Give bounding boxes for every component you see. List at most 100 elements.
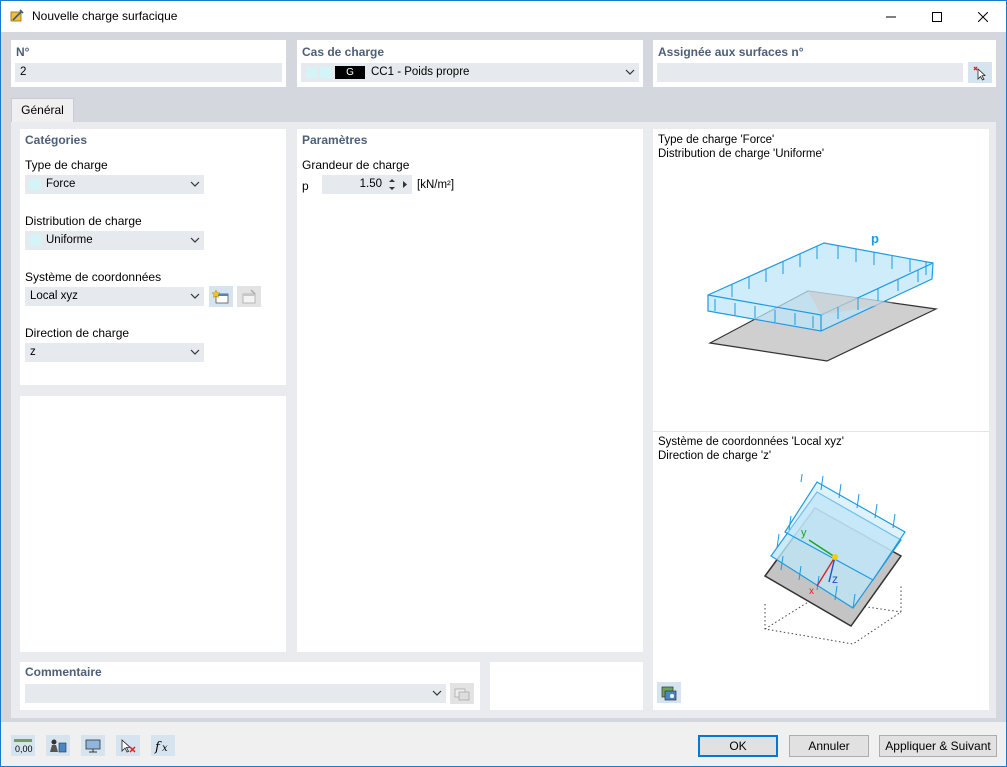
direction-label: Direction de charge: [25, 326, 130, 340]
comment-library-button[interactable]: [450, 683, 474, 704]
axis-x-label: x: [809, 586, 814, 597]
display-view-icon: [85, 739, 101, 752]
close-icon: [978, 11, 988, 22]
coord-system-value: Local xyz: [30, 290, 78, 302]
edit-coord-system-button[interactable]: [237, 286, 261, 307]
title-bar: Nouvelle charge surfacique: [1, 1, 1006, 32]
axis-y-label: y: [801, 527, 807, 539]
diagram-p-label: p: [871, 231, 879, 246]
distribution-swatch: [29, 235, 41, 246]
load-type-swatch: [29, 179, 41, 190]
distribution-label: Distribution de charge: [25, 214, 142, 228]
magnitude-label: Grandeur de charge: [302, 158, 410, 172]
loadcase-color-swatch-2: [320, 67, 331, 78]
parameters-panel: Paramètres Grandeur de charge p 1.50 [kN…: [297, 129, 643, 652]
assigned-panel: Assignée aux surfaces n°: [653, 40, 996, 87]
comment-input[interactable]: [25, 684, 446, 703]
coord-system-select[interactable]: Local xyz: [25, 287, 204, 306]
load-type-value: Force: [46, 178, 76, 190]
info-button[interactable]: [46, 735, 70, 756]
distribution-select[interactable]: Uniforme: [25, 231, 204, 250]
maximize-icon: [932, 11, 942, 22]
formula-button[interactable]: f x: [151, 735, 175, 756]
display-button[interactable]: [81, 735, 105, 756]
direction-select[interactable]: z: [25, 343, 204, 362]
loadcase-label: Cas de charge: [302, 45, 385, 59]
options-panel: [20, 396, 286, 652]
axis-z-label: z: [832, 572, 838, 586]
spin-updown-icon[interactable]: [388, 177, 396, 192]
preview-load-type: Type de charge 'Force': [658, 134, 775, 146]
magnitude-value: 1.50: [359, 178, 382, 190]
coordinate-system-diagram: y z x: [763, 474, 906, 645]
minimize-button[interactable]: [868, 1, 914, 32]
loadcase-color-swatch: [306, 67, 317, 78]
assigned-label: Assignée aux surfaces n°: [658, 45, 804, 59]
comment-library-icon: [454, 688, 470, 700]
load-type-select[interactable]: Force: [25, 175, 204, 194]
ok-button[interactable]: OK: [698, 735, 778, 757]
preview-text-top: Type de charge 'Force' Distribution de c…: [658, 133, 824, 161]
window-title: Nouvelle charge surfacique: [32, 9, 178, 23]
footer-bar: 0,00 f x OK Annuler Appliquer & Suivant: [1, 722, 1006, 766]
chevron-down-icon: [190, 181, 200, 187]
uniform-load-diagram: p: [707, 231, 939, 362]
preview-settings-icon: [661, 686, 677, 700]
preview-panel: Type de charge 'Force' Distribution de c…: [653, 129, 989, 710]
tab-strip: Général: [1, 95, 1006, 123]
svg-text:x: x: [162, 743, 168, 754]
dialog-window: Nouvelle charge surfacique N° 2 Cas de c…: [0, 0, 1007, 767]
categories-panel: Catégories Type de charge Force Distribu…: [20, 129, 286, 385]
distribution-value: Uniforme: [46, 234, 93, 246]
chevron-down-icon: [190, 293, 200, 299]
delete-selection-button[interactable]: [116, 735, 140, 756]
cursor-delete-icon: [121, 738, 136, 753]
close-button[interactable]: [960, 1, 1006, 32]
loadcase-panel: Cas de charge G CC1 - Poids propre: [297, 40, 643, 87]
number-panel: N° 2: [11, 40, 286, 87]
loadcase-tag-badge: G: [335, 66, 365, 79]
number-field[interactable]: 2: [15, 63, 282, 82]
comment-label: Commentaire: [25, 665, 102, 679]
formula-fx-icon: f x: [154, 740, 168, 754]
cancel-button[interactable]: Annuler: [789, 735, 869, 757]
decimal-units-icon: 0,00: [14, 738, 33, 754]
units-button[interactable]: 0,00: [11, 735, 35, 756]
units-icon-text: 0,00: [15, 744, 33, 754]
chevron-down-icon: [432, 690, 442, 696]
new-coord-system-icon: [212, 288, 229, 303]
edit-coord-system-icon: [242, 288, 256, 303]
comment-panel: Commentaire: [20, 662, 480, 710]
loadcase-select[interactable]: G CC1 - Poids propre: [301, 63, 639, 82]
parameters-header: Paramètres: [302, 133, 368, 147]
coord-system-label: Système de coordonnées: [25, 270, 162, 284]
preview-direction: Direction de charge 'z': [658, 450, 772, 462]
load-type-label: Type de charge: [25, 158, 108, 172]
magnitude-unit: [kN/m²]: [417, 179, 455, 191]
direction-value: z: [30, 346, 36, 358]
tab-general[interactable]: Général: [11, 98, 74, 123]
preview-options-button[interactable]: [657, 682, 681, 703]
maximize-button[interactable]: [914, 1, 960, 32]
assigned-surfaces-field[interactable]: [657, 63, 963, 82]
magnitude-input[interactable]: 1.50: [322, 175, 412, 194]
pick-surfaces-button[interactable]: [968, 62, 992, 83]
loadcase-value: CC1 - Poids propre: [371, 66, 470, 78]
pick-cursor-icon: [973, 66, 986, 81]
arrow-right-icon[interactable]: [402, 180, 408, 189]
preview-coord-system: Système de coordonnées 'Local xyz': [658, 436, 844, 448]
magnitude-symbol: p: [302, 179, 309, 193]
chevron-down-icon: [625, 69, 635, 75]
minimize-icon: [886, 16, 896, 17]
app-icon: [10, 9, 24, 22]
categories-header: Catégories: [25, 133, 88, 147]
number-label: N°: [16, 45, 30, 59]
preview-divider: [653, 431, 989, 432]
apply-next-button[interactable]: Appliquer & Suivant: [879, 735, 997, 757]
chevron-down-icon: [190, 349, 200, 355]
svg-text:f: f: [154, 740, 162, 754]
new-coord-system-button[interactable]: [209, 286, 233, 307]
person-info-icon: [50, 739, 67, 752]
preview-text-bottom: Système de coordonnées 'Local xyz' Direc…: [658, 435, 844, 463]
comment-side-panel: [490, 662, 643, 710]
